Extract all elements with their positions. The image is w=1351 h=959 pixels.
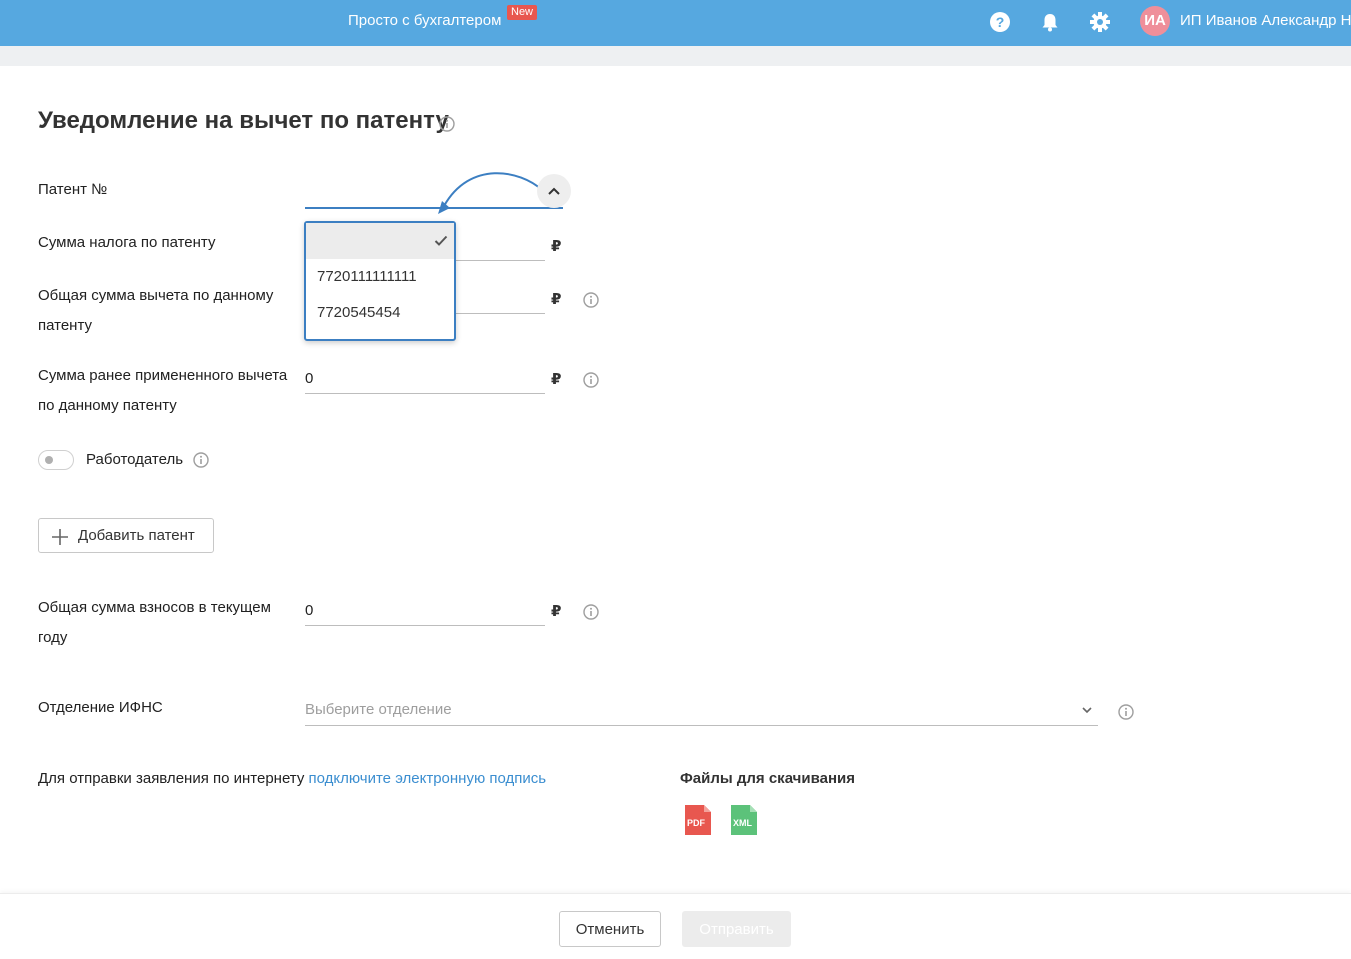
- currency-sign: ₽: [551, 238, 562, 255]
- currency-sign: ₽: [551, 603, 562, 620]
- new-badge: New: [507, 5, 538, 20]
- gear-icon[interactable]: [1089, 11, 1111, 33]
- cancel-button[interactable]: Отменить: [559, 911, 661, 947]
- info-icon[interactable]: [193, 452, 209, 468]
- patent-dropdown-menu: 7720111111111 7720545454: [304, 221, 456, 341]
- info-icon[interactable]: [1118, 704, 1134, 720]
- dropdown-hint-arrow: [438, 172, 543, 214]
- contrib-label: Общая сумма взносов в текущем: [38, 599, 271, 616]
- dropdown-option[interactable]: [306, 223, 454, 259]
- toggle-knob: [45, 456, 53, 464]
- chevron-up-icon: [548, 187, 560, 195]
- sub-bar: [0, 46, 1351, 66]
- ifns-placeholder: Выберите отделение: [305, 701, 452, 718]
- svg-text:?: ?: [996, 14, 1005, 30]
- currency-sign: ₽: [551, 291, 562, 308]
- xml-download-icon[interactable]: XML: [731, 805, 757, 835]
- contrib-input[interactable]: 0: [305, 596, 545, 626]
- check-icon: [434, 235, 448, 246]
- bell-icon[interactable]: [1039, 11, 1061, 33]
- ifns-select[interactable]: Выберите отделение: [305, 695, 1098, 726]
- user-name[interactable]: ИП Иванов Александр Н: [1180, 12, 1351, 29]
- total-deduction-label-2: патенту: [38, 317, 93, 334]
- contrib-label-2: году: [38, 629, 68, 646]
- prev-deduction-label: Сумма ранее примененного вычета: [38, 367, 288, 384]
- dropdown-option[interactable]: 7720545454: [306, 295, 454, 331]
- employer-label: Работодатель: [86, 451, 184, 468]
- chevron-down-icon: [1082, 707, 1092, 714]
- employer-toggle[interactable]: [38, 450, 74, 470]
- page-title: Уведомление на вычет по патенту: [38, 107, 449, 134]
- brand-link[interactable]: Просто с бухгалтером: [348, 12, 501, 29]
- connect-signature-link[interactable]: подключите электронную подпись: [309, 770, 547, 787]
- help-icon[interactable]: ?: [989, 11, 1011, 33]
- pdf-download-icon[interactable]: PDF: [685, 805, 711, 835]
- info-icon[interactable]: [583, 604, 599, 620]
- add-patent-label: Добавить патент: [78, 527, 195, 544]
- files-title: Файлы для скачивания: [680, 770, 855, 787]
- total-deduction-label: Общая сумма вычета по данному: [38, 287, 274, 304]
- prev-deduction-input[interactable]: 0: [305, 364, 545, 394]
- add-patent-button[interactable]: Добавить патент: [38, 518, 214, 553]
- action-bar: [0, 893, 1351, 959]
- collapse-button[interactable]: [537, 174, 571, 208]
- dropdown-option[interactable]: 7720111111111: [306, 259, 454, 295]
- top-bar: Просто с бухгалтером New ? ИА ИП Иванов …: [0, 0, 1351, 46]
- signature-text: Для отправки заявления по интернету подк…: [38, 770, 547, 787]
- info-icon[interactable]: [583, 292, 599, 308]
- info-icon[interactable]: [583, 372, 599, 388]
- tax-label: Сумма налога по патенту: [38, 234, 216, 251]
- currency-sign: ₽: [551, 371, 562, 388]
- info-icon[interactable]: [439, 116, 455, 132]
- send-button[interactable]: Отправить: [682, 911, 791, 947]
- plus-icon: [52, 529, 68, 545]
- avatar[interactable]: ИА: [1140, 6, 1170, 36]
- patent-label: Патент №: [38, 181, 108, 198]
- ifns-label: Отделение ИФНС: [38, 699, 163, 716]
- prev-deduction-label-2: по данному патенту: [38, 397, 177, 414]
